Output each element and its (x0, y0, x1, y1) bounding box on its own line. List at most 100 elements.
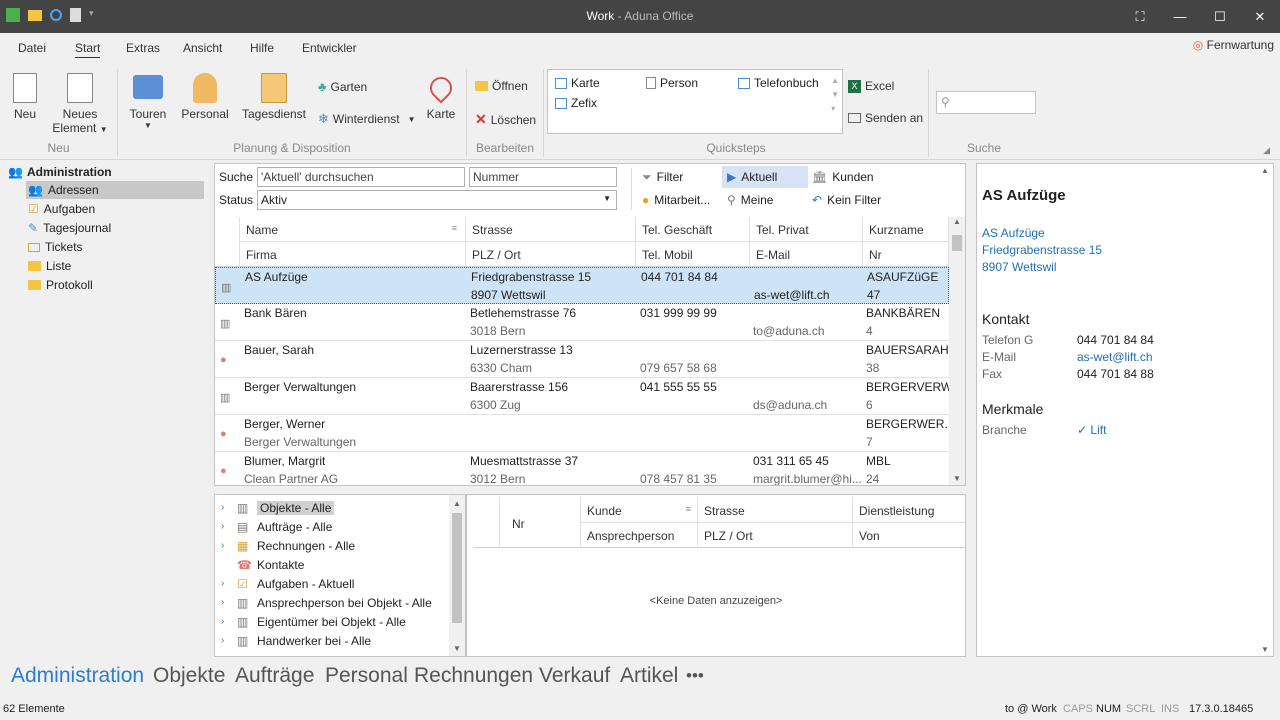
more-modules-button[interactable]: ••• (686, 666, 704, 686)
tab-extras[interactable]: Extras (126, 41, 160, 55)
grid-scrollbar[interactable]: ▲ ▼ (949, 217, 965, 485)
scroll-up-icon[interactable]: ▲ (453, 499, 461, 508)
table-row[interactable]: ▥ AS Aufzüge Friedgrabenstrasse 15 8907 Wet… (215, 267, 949, 304)
tree-item[interactable]: › ☑ Aufgaben - Aktuell (221, 574, 447, 593)
scroll-up-icon[interactable]: ▲ (1261, 166, 1269, 175)
search-input[interactable]: 'Aktuell' durchsuchen (257, 167, 465, 187)
scroll-thumb[interactable] (452, 513, 462, 623)
karte-button[interactable]: Karte (422, 72, 460, 121)
filter-button[interactable]: ⏷ Filter (637, 166, 688, 188)
qs-zefix[interactable]: Zefix (555, 96, 597, 110)
email-link[interactable]: as-wet@lift.ch (1077, 350, 1153, 364)
minimize-button[interactable]: — (1160, 0, 1200, 33)
nav-item-tickets[interactable]: Tickets (26, 238, 204, 256)
kunden-button[interactable]: 🏛 Kunden (807, 166, 879, 188)
tree-item[interactable]: › ▥ Eigentümer bei Objekt - Alle (221, 612, 447, 631)
chevron-right-icon[interactable]: › (221, 616, 231, 627)
ribbon-search-input[interactable]: ⚲ (936, 91, 1036, 114)
module-artikel[interactable]: Artikel (620, 664, 678, 688)
tree-item[interactable]: › ▥ Ansprechperson bei Objekt - Alle (221, 593, 447, 612)
nummer-input[interactable]: Nummer (469, 167, 617, 187)
excel-button[interactable]: X Excel (848, 79, 894, 93)
neues-element-button[interactable]: Neues Element ▼ (50, 73, 110, 135)
personal-button[interactable]: Personal (180, 73, 230, 121)
module-objekte[interactable]: Objekte (153, 664, 225, 688)
kein-filter-button[interactable]: ↶ Kein Filter (807, 189, 886, 211)
status-select[interactable]: Aktiv ▼ (257, 190, 617, 210)
table-row[interactable]: ▥ Bank Bären Betlehemstrasse 76 3018 Bern 03… (215, 304, 949, 341)
winterdienst-button[interactable]: ❄ Winterdienst ▼ (318, 111, 416, 127)
module-administration[interactable]: Administration (11, 664, 144, 688)
chevron-right-icon[interactable]: › (221, 597, 231, 608)
chevron-right-icon[interactable]: › (221, 540, 231, 551)
mitarbeiter-button[interactable]: ● Mitarbeit... (637, 189, 715, 211)
tree-item[interactable]: › ▦ Rechnungen - Alle (221, 536, 447, 555)
nav-item-aufgaben[interactable]: ☑ Aufgaben (26, 200, 204, 218)
header-strasse[interactable]: Strasse PLZ / Ort (698, 497, 853, 548)
chevron-right-icon[interactable]: › (221, 578, 231, 589)
tab-hilfe[interactable]: Hilfe (250, 41, 274, 55)
module-verkauf[interactable]: Verkauf (539, 664, 610, 688)
chevron-right-icon[interactable]: › (221, 635, 231, 646)
scroll-down-icon[interactable]: ▼ (453, 644, 461, 653)
neu-button[interactable]: Neu (8, 73, 42, 121)
table-row[interactable]: ● Bauer, Sarah Luzernerstrasse 13 6330 Cham… (215, 341, 949, 378)
nav-item-liste[interactable]: Liste (26, 257, 204, 275)
chevron-right-icon[interactable]: › (221, 521, 231, 532)
detail-address-line-2[interactable]: Friedgrabenstrasse 15 (982, 243, 1102, 257)
close-button[interactable]: ✕ (1240, 0, 1280, 33)
scroll-down-icon[interactable]: ▼ (953, 474, 961, 483)
fullscreen-icon[interactable]: ⛶ (1120, 0, 1160, 33)
header-dienstleistung[interactable]: Dienstleistung Von (853, 497, 965, 548)
qs-telefonbuch[interactable]: Telefonbuch (738, 76, 819, 90)
garten-button[interactable]: ♣ Garten (318, 79, 367, 94)
grid-header-telp[interactable]: Tel. Privat E-Mail (750, 217, 863, 267)
nav-header[interactable]: 👥 Administration (8, 165, 112, 179)
tree-item[interactable]: › ▤ Aufträge - Alle (221, 517, 447, 536)
tab-entwickler[interactable]: Entwickler (302, 41, 357, 55)
maximize-button[interactable]: ☐ (1200, 0, 1240, 33)
tree-scrollbar[interactable]: ▲ ▼ (449, 495, 465, 656)
tree-item[interactable]: › ▥ Objekte - Alle (221, 498, 447, 517)
header-kunde[interactable]: Kunde ≡ Ansprechperson (581, 497, 698, 548)
touren-button[interactable]: Touren ▼ (126, 75, 170, 130)
detail-address-line-1[interactable]: AS Aufzüge (982, 226, 1045, 240)
fernwartung-button[interactable]: ◎ Fernwartung (1193, 38, 1274, 52)
gallery-scroll[interactable]: ▲ ▼ ▾ (831, 74, 839, 116)
detail-address-line-3[interactable]: 8907 Wettswil (982, 260, 1056, 274)
table-row[interactable]: ● Berger, Werner Berger Verwaltungen BERGER… (215, 415, 949, 452)
table-row[interactable]: ● Blumer, Margrit Clean Partner AG Muesmatt… (215, 452, 949, 485)
loeschen-button[interactable]: ✕ Löschen (475, 111, 536, 128)
tagesdienst-button[interactable]: Tagesdienst (240, 73, 308, 121)
branche-value[interactable]: ✓ Lift (1077, 423, 1106, 437)
tab-datei[interactable]: Datei (18, 41, 46, 55)
qs-karte[interactable]: Karte (555, 76, 600, 90)
nav-item-adressen[interactable]: 👥 Adressen (26, 181, 204, 199)
detail-scrollbar[interactable]: ▲ ▼ (1257, 164, 1273, 656)
telefon-value[interactable]: 044 701 84 84 (1077, 333, 1154, 347)
grid-header-telg[interactable]: Tel. Geschäft Tel. Mobil (636, 217, 750, 267)
collapse-ribbon-icon[interactable]: ◢ (1263, 145, 1270, 156)
grid-header-kurzname[interactable]: Kurzname Nr (863, 217, 949, 267)
aktuell-button[interactable]: ▶ Aktuell (722, 166, 808, 188)
tree-item[interactable]: › ▥ Handwerker bei - Alle (221, 631, 447, 650)
nav-item-tagesjournal[interactable]: ✎ Tagesjournal (26, 219, 204, 237)
module-rechnungen[interactable]: Rechnungen (414, 664, 533, 688)
tab-start[interactable]: Start (75, 41, 101, 58)
qs-person[interactable]: Person (646, 76, 698, 90)
tab-ansicht[interactable]: Ansicht (183, 41, 222, 55)
oeffnen-button[interactable]: Öffnen (475, 79, 528, 93)
tree-item[interactable]: ☎ Kontakte (221, 555, 447, 574)
chevron-right-icon[interactable]: › (221, 502, 231, 513)
scroll-down-icon[interactable]: ▼ (1261, 645, 1269, 654)
grid-header-name[interactable]: Name ≡ Firma (240, 217, 466, 267)
senden-an-button[interactable]: Senden an (848, 111, 923, 125)
module-personal[interactable]: Personal (325, 664, 408, 688)
grid-header-strasse[interactable]: Strasse PLZ / Ort (466, 217, 636, 267)
module-auftraege[interactable]: Aufträge (235, 664, 314, 688)
nav-item-protokoll[interactable]: Protokoll (26, 276, 204, 294)
scroll-up-icon[interactable]: ▲ (953, 217, 961, 226)
table-row[interactable]: ▥ Berger Verwaltungen Baarerstrasse 156 630… (215, 378, 949, 415)
meine-button[interactable]: ⚲ Meine (722, 189, 778, 211)
header-nr[interactable]: Nr (500, 497, 581, 548)
